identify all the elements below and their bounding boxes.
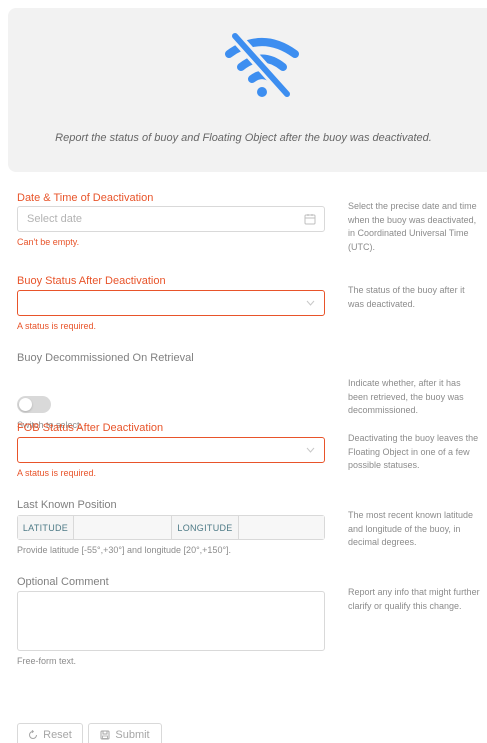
comment-help: Free-form text. [17, 656, 77, 666]
fob-status-description: Deactivating the buoy leaves the Floatin… [348, 433, 479, 470]
decommissioned-label: Buoy Decommissioned On Retrieval [17, 352, 194, 364]
date-placeholder: Select date [27, 213, 83, 225]
longitude-input[interactable] [239, 516, 324, 539]
comment-label: Optional Comment [17, 576, 109, 588]
chevron-down-icon [306, 447, 315, 453]
last-position-help: Provide latitude [-55°,+30°] and longitu… [17, 545, 232, 555]
banner-text: Report the status of buoy and Floating O… [55, 132, 432, 144]
reset-icon [29, 730, 38, 739]
reset-label: Reset [43, 729, 72, 741]
fob-status-select[interactable] [17, 437, 325, 463]
deactivation-date-error: Can't be empty. [17, 237, 80, 247]
switch-knob [19, 398, 32, 411]
buoy-status-label: Buoy Status After Deactivation [17, 275, 166, 287]
comment-textarea[interactable] [17, 591, 325, 651]
longitude-addon: LONGITUDE [172, 516, 239, 539]
form-banner: Report the status of buoy and Floating O… [8, 8, 487, 172]
deactivation-date-label: Date & Time of Deactivation [17, 192, 154, 204]
reset-button[interactable]: Reset [17, 723, 83, 743]
fob-status-label: FOB Status After Deactivation [17, 422, 164, 434]
deactivation-date-description: Select the precise date and time when th… [348, 201, 477, 252]
deactivation-date-picker[interactable]: Select date [17, 206, 325, 232]
last-position-input-group: LATITUDE LONGITUDE [17, 515, 325, 540]
decommissioned-switch[interactable] [17, 396, 51, 413]
latitude-input[interactable] [74, 516, 172, 539]
last-position-label: Last Known Position [17, 499, 117, 511]
save-icon [100, 730, 110, 740]
latitude-addon: LATITUDE [18, 516, 74, 539]
buoy-status-select[interactable] [17, 290, 325, 316]
last-position-description: The most recent known latitude and longi… [348, 510, 474, 547]
fob-status-error: A status is required. [17, 468, 97, 478]
chevron-down-icon [306, 300, 315, 306]
buoy-status-error: A status is required. [17, 321, 97, 331]
submit-button[interactable]: Submit [88, 723, 162, 743]
decommissioned-description: Indicate whether, after it has been retr… [348, 378, 464, 415]
wifi-off-icon [225, 30, 299, 100]
buoy-status-description: The status of the buoy after it was deac… [348, 285, 465, 309]
calendar-icon [304, 214, 316, 225]
submit-label: Submit [115, 729, 150, 741]
comment-description: Report any info that might further clari… [348, 587, 480, 611]
